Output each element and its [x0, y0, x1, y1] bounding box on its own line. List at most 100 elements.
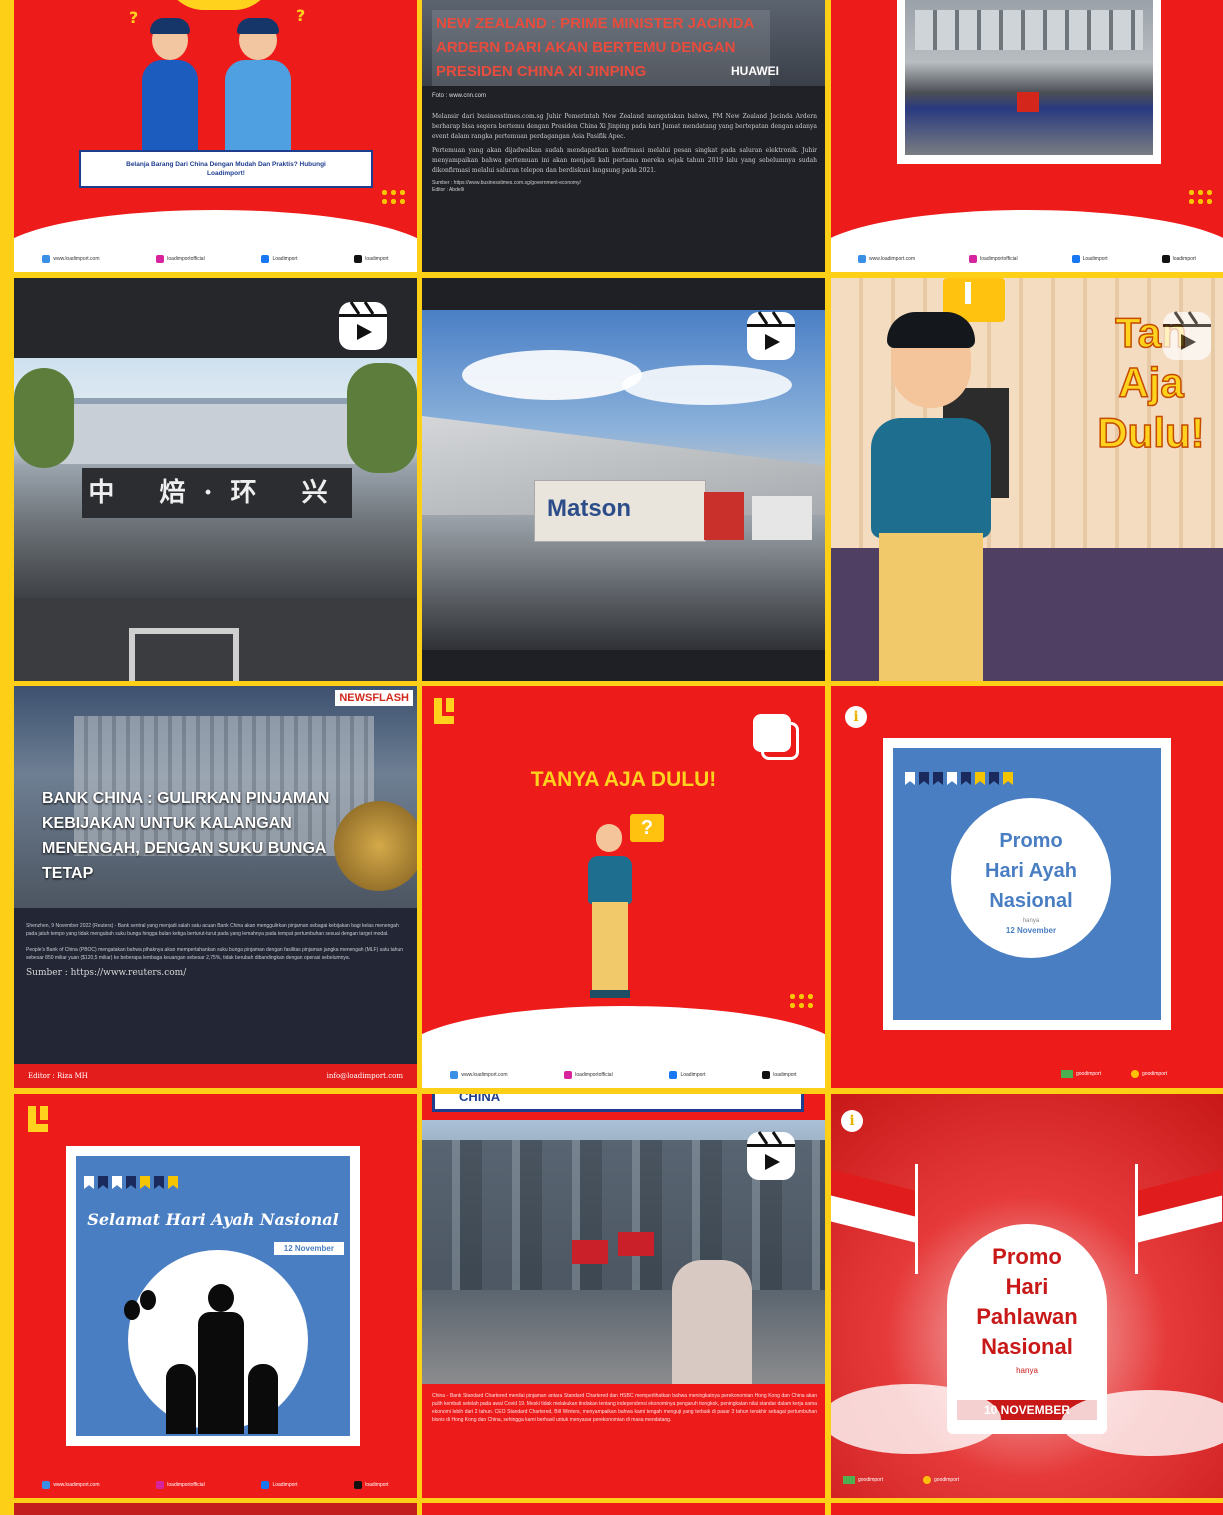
ayah-card-blue: Selamat Hari Ayah Nasional 12 November	[76, 1156, 350, 1436]
flag-red-2	[618, 1232, 654, 1256]
person-illustration-1	[134, 18, 204, 150]
cloud	[831, 1384, 1001, 1454]
pedestrian	[672, 1260, 752, 1384]
promo-card: Promo Hari Ayah Nasional hanya 12 Novemb…	[883, 738, 1171, 1030]
photo-credit: Foto : www.cnn.com	[432, 93, 487, 99]
post-footer: www.loadimport.com loadimportofficial Lo…	[422, 1062, 825, 1088]
promo-circle: Promo Hari Ayah Nasional hanya 12 Novemb…	[951, 798, 1111, 958]
post-tile-team-photo[interactable]: www.loadimport.com loadimportofficial Lo…	[831, 0, 1223, 272]
bank-editor: Editor : Riza MH	[28, 1072, 88, 1080]
info-icon: i	[845, 706, 867, 728]
cloud	[1061, 1390, 1223, 1456]
trees-right	[347, 363, 417, 473]
ayah-title: Selamat Hari Ayah Nasional	[87, 1210, 339, 1229]
post-tile-nz-news[interactable]: NEW ZEALAND : PRIME MINISTER JACINDA ARD…	[422, 0, 825, 272]
pahlawan-line-2: Hari	[1005, 1274, 1049, 1299]
news-body: Melansir dari businesstimes.com.sg Juhir…	[432, 112, 817, 194]
top-banner: CHINA	[432, 1094, 804, 1112]
post-tile-tanya-aja-carousel[interactable]: TANYA AJA DULU! ? www.loadimport.com loa…	[422, 686, 825, 1088]
dots-decor	[788, 992, 814, 1012]
question-mark-1: ?	[129, 8, 139, 27]
post-tile-selamat-hari-ayah[interactable]: Selamat Hari Ayah Nasional 12 November w…	[14, 1094, 417, 1498]
profile-posts-grid: ? ? Belanja Barang Dari China Dengan Mud…	[14, 0, 1223, 1515]
ayah-card: Selamat Hari Ayah Nasional 12 November	[66, 1146, 360, 1446]
post-tile-promo-pahlawan[interactable]: i Promo Hari Pahlawan Nasional hanya 10 …	[831, 1094, 1223, 1498]
dots-decor	[1187, 188, 1213, 208]
watermark-text: HUAWEI	[731, 64, 779, 78]
bank-email: info@loadimport.com	[326, 1072, 403, 1080]
overlay-line-3: Dulu!	[1097, 408, 1206, 457]
banner-box: Belanja Barang Dari China Dengan Mudah D…	[79, 150, 373, 188]
reel-tile-hong-kong[interactable]: CHINA China - Bank Standard Chartered me…	[422, 1094, 825, 1498]
factory-photo: 中 焙·环 兴	[14, 358, 417, 598]
info-icon: i	[841, 1110, 863, 1132]
question-mark-2: ?	[296, 6, 306, 25]
reel-tile-warehouse[interactable]: Matson	[422, 278, 825, 681]
bank-source: Sumber : https://www.reuters.com/	[26, 968, 187, 978]
post-tile-partial-2[interactable]	[422, 1503, 825, 1515]
bitcoin-coin	[334, 801, 417, 891]
ayah-date: 12 November	[273, 1242, 344, 1255]
post-tile-bank-china[interactable]: NEWSFLASH BANK CHINA : GULIRKAN PINJAMAN…	[14, 686, 417, 1088]
trees	[14, 368, 74, 468]
reel-icon	[745, 310, 797, 362]
news-editor: Editor : Abdelli	[432, 187, 464, 193]
post-tile-promo-hari-ayah[interactable]: i Promo Hari Ayah Nasional hanya 12 Nove…	[831, 686, 1223, 1088]
man-illustration	[851, 312, 1051, 681]
white-truck	[752, 496, 812, 540]
news-paragraph-1: Melansir dari businesstimes.com.sg Juhir…	[432, 113, 817, 140]
pahlawan-line-1: Promo	[992, 1244, 1062, 1269]
reel-icon	[745, 1130, 797, 1182]
team-photo	[905, 0, 1153, 155]
promo-small: hanya	[1022, 918, 1040, 924]
loadimport-logo	[28, 1106, 50, 1136]
truck-label: Matson	[547, 495, 631, 522]
newsflash-badge: NEWSFLASH	[335, 690, 413, 706]
reel-tile-factory[interactable]: 中 焙·环 兴	[14, 278, 417, 681]
company-sign: 中 焙·环 兴	[82, 468, 352, 518]
dots-decor	[380, 188, 406, 208]
pahlawan-small: hanya	[1016, 1366, 1038, 1375]
bank-paragraph-2: People's Bank of China (PBOC) mengatakan…	[26, 947, 404, 961]
container-truck: Matson	[534, 480, 706, 542]
red-flag	[1017, 92, 1039, 112]
overlay-line-2: Aja	[1118, 358, 1185, 407]
bank-headline: BANK CHINA : GULIRKAN PINJAMAN KEBIJAKAN…	[42, 790, 330, 882]
post-tile-shopping-china[interactable]: ? ? Belanja Barang Dari China Dengan Mud…	[14, 0, 417, 272]
reel-icon	[1161, 310, 1213, 362]
post-footer: www.loadimport.com loadimportofficial Lo…	[831, 246, 1223, 272]
flag-red	[572, 1240, 608, 1264]
balloons	[124, 1290, 164, 1340]
fence-bottom	[14, 598, 417, 681]
tanya-title: TANYA AJA DULU!	[530, 768, 717, 791]
post-tile-partial-3[interactable]	[831, 1503, 1223, 1515]
building-windows	[915, 10, 1143, 50]
person-illustration-2	[219, 18, 299, 150]
factory-building	[44, 398, 374, 464]
flag-left	[831, 1164, 951, 1274]
promo-line-1: Promo	[999, 830, 1063, 852]
promo-date: 12 November	[1005, 926, 1057, 935]
promo-card-blue: Promo Hari Ayah Nasional hanya 12 Novemb…	[893, 748, 1161, 1020]
post-tile-partial-1[interactable]	[14, 1503, 417, 1515]
reel-tile-tanya-aja[interactable]: Tan Aja Dulu!	[831, 278, 1223, 681]
bank-body: Shenzhen, 9 November 2022 (Reuters) - Ba…	[26, 922, 408, 978]
news-source: Sumber : https://www.businesstimes.com.s…	[432, 180, 581, 186]
cloud	[622, 365, 792, 405]
footer-strip: goodimport goodimport	[843, 1476, 959, 1484]
footer-strip: goodimport goodimport	[1061, 1070, 1167, 1078]
post-footer: www.loadimport.com loadimportofficial Lo…	[14, 1472, 417, 1498]
bank-footer-bar: Editor : Riza MH info@loadimport.com	[14, 1064, 417, 1088]
loadimport-logo	[434, 698, 456, 728]
sun-burst	[164, 0, 274, 10]
flag-right	[1103, 1164, 1223, 1274]
man-illustration	[582, 824, 642, 1004]
promo-line-2: Hari Ayah	[985, 860, 1077, 882]
reel-icon	[337, 300, 389, 352]
banner-text: Belanja Barang Dari China Dengan Mudah D…	[126, 161, 326, 177]
post-footer: www.loadimport.com loadimportofficial Lo…	[14, 246, 417, 272]
photo-frame	[897, 0, 1161, 164]
top-banner-text: CHINA	[459, 1094, 501, 1104]
news-headline: NEW ZEALAND : PRIME MINISTER JACINDA ARD…	[436, 15, 754, 80]
family-silhouette	[166, 1284, 278, 1434]
